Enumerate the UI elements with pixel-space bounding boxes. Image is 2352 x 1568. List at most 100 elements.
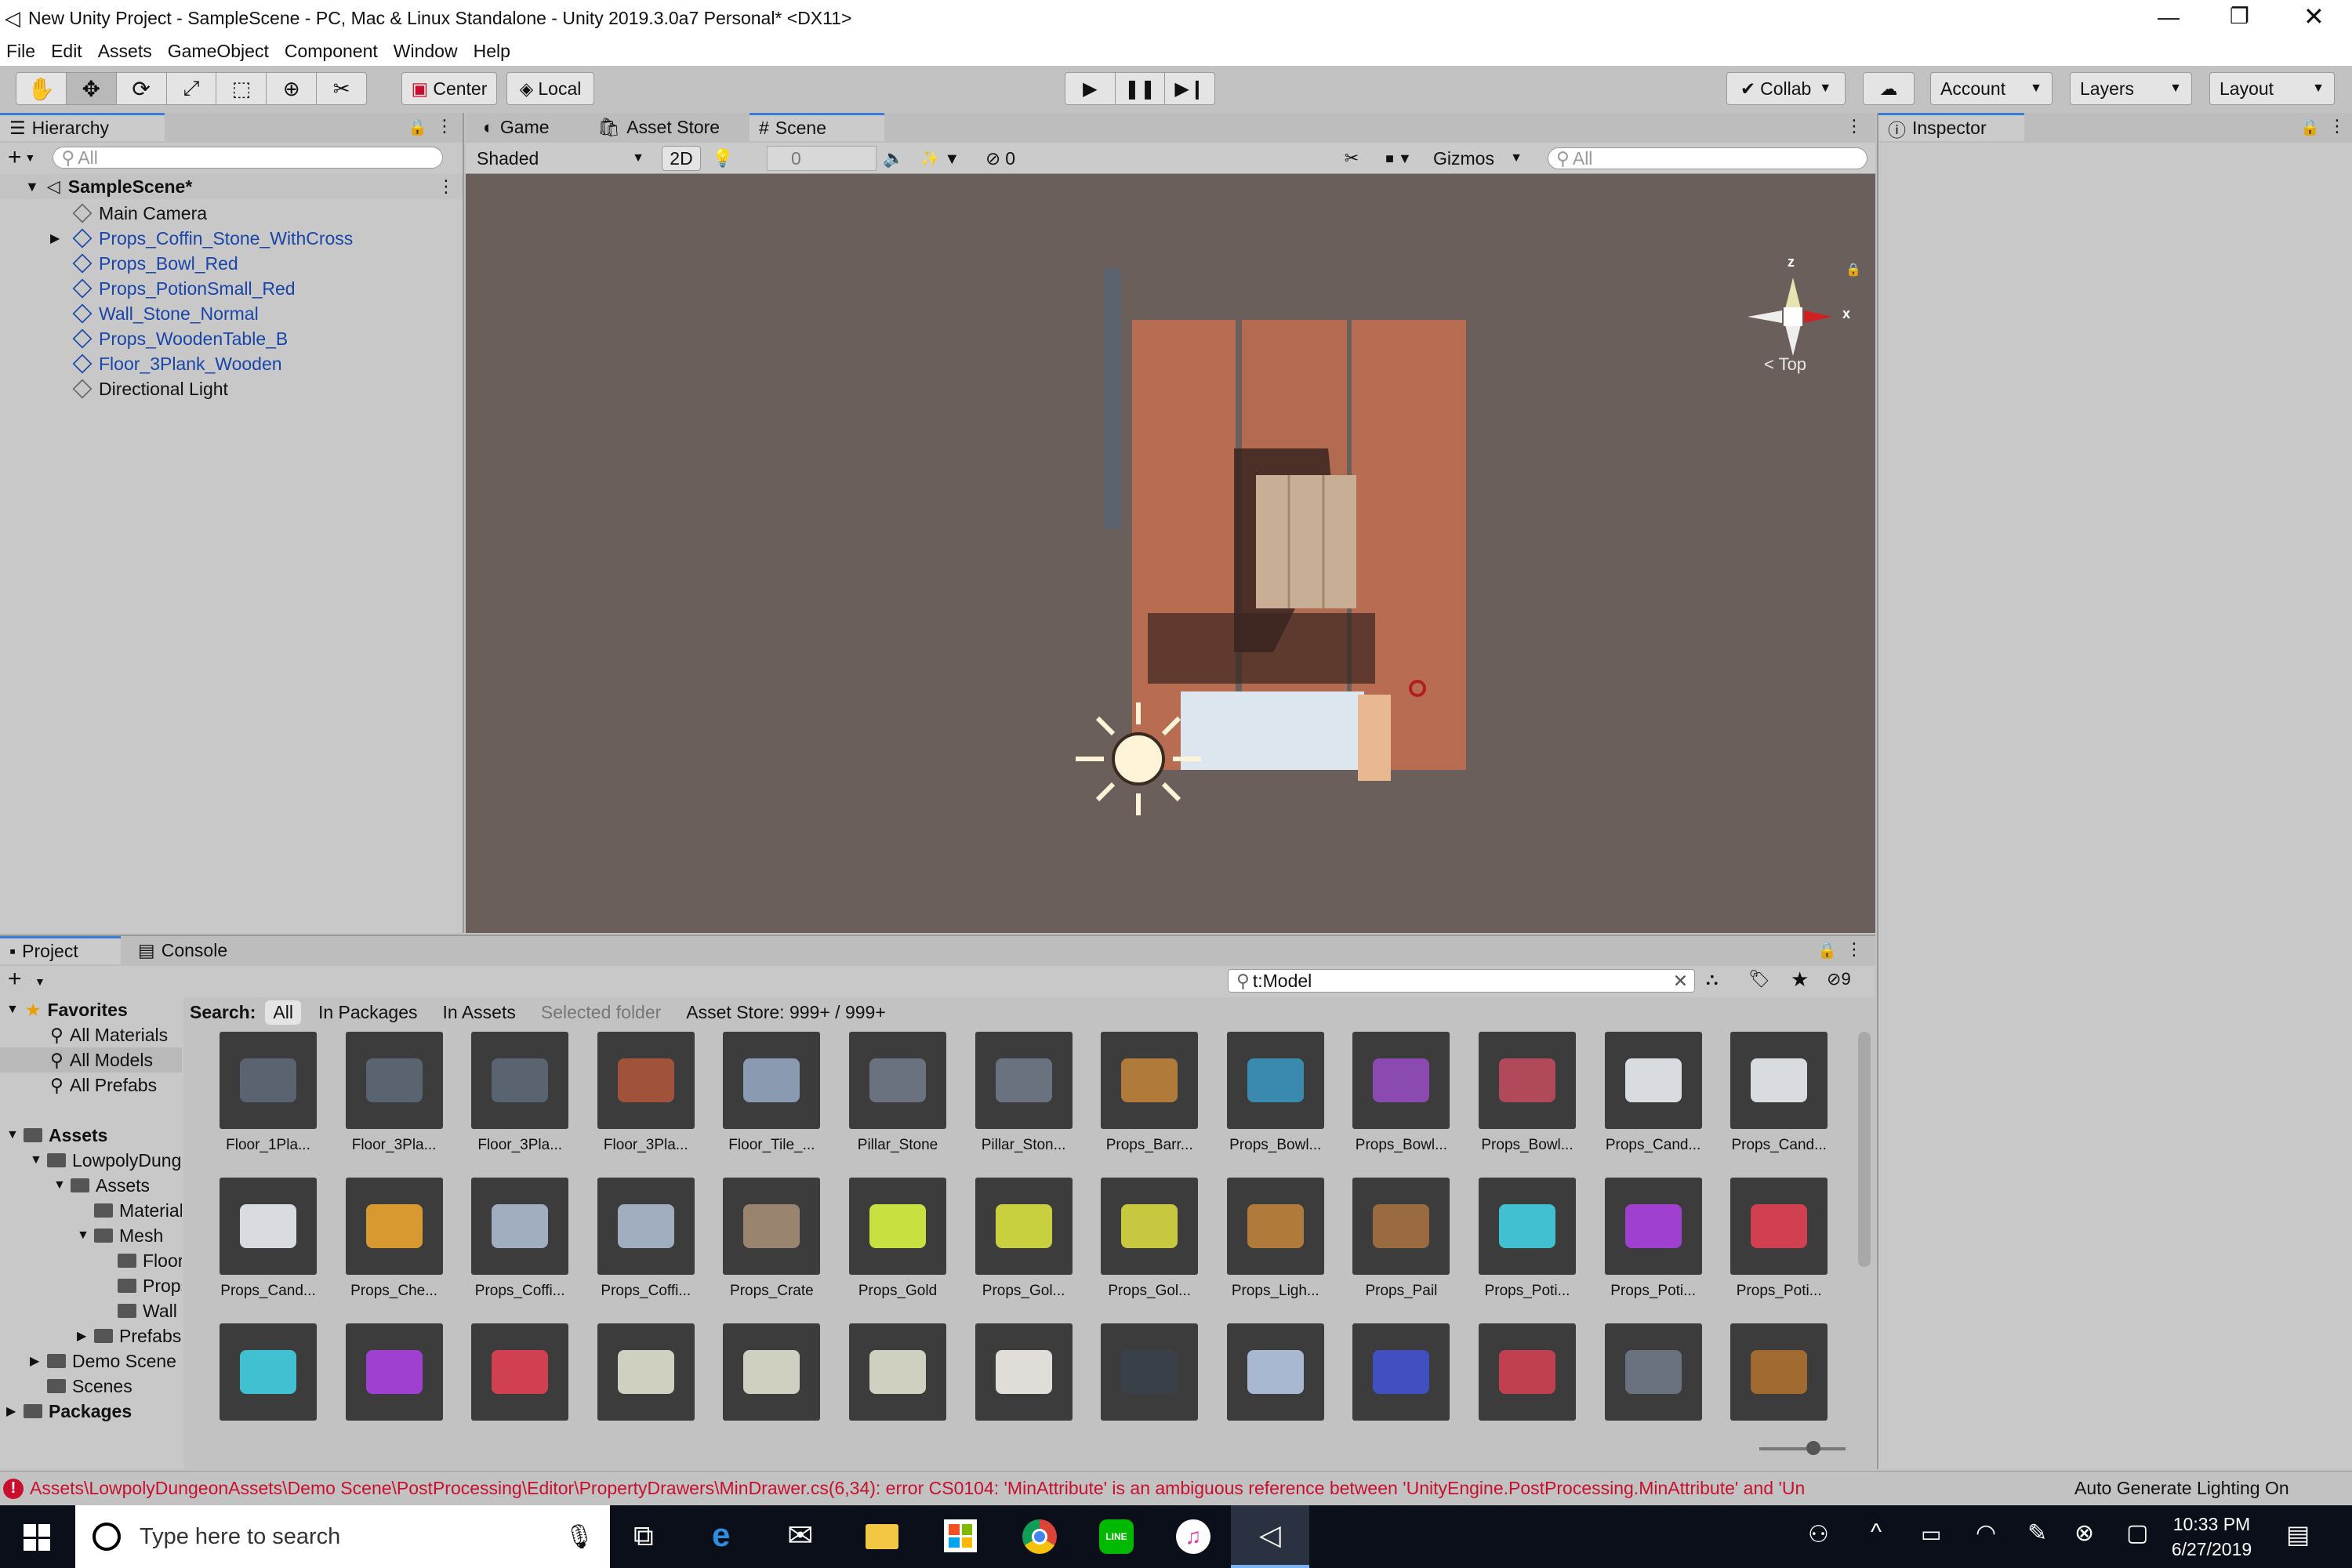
folder-tree-item[interactable]: Floor <box>0 1248 182 1273</box>
asset-item[interactable]: Props_Crate <box>709 1178 834 1300</box>
minimize-icon[interactable]: — <box>2158 5 2180 30</box>
gizmo-lock-icon[interactable]: 🔒 <box>1846 262 1861 278</box>
account-dropdown[interactable]: Account ▼ <box>1930 72 2053 105</box>
asset-item[interactable]: Floor_1Pla... <box>205 1032 331 1154</box>
asset-item[interactable]: Props_Ligh... <box>1213 1178 1338 1300</box>
lock-icon[interactable]: 🔒 <box>2300 118 2320 137</box>
scene-menu-icon[interactable]: ⋮ <box>437 176 455 197</box>
folder-tree-item[interactable]: ▼ Assets <box>0 1173 150 1198</box>
hierarchy-search-input[interactable]: ⚲ All <box>53 147 444 169</box>
gizmo-view-label[interactable]: < Top <box>1764 354 1806 375</box>
folder-tree-item[interactable]: ▶ Prefabs <box>0 1323 181 1348</box>
chrome-icon[interactable] <box>1022 1519 1057 1554</box>
hierarchy-item[interactable]: Wall_Stone_Normal <box>0 301 463 326</box>
chevron-down-icon[interactable]: ▼ <box>25 151 36 164</box>
folder-tree-item[interactable]: ▶ Demo Scene <box>0 1348 176 1374</box>
asset-item[interactable]: Props_Cand... <box>205 1178 331 1300</box>
asset-item[interactable] <box>332 1323 457 1421</box>
asset-item[interactable]: Pillar_Ston... <box>961 1032 1087 1154</box>
favorite-star-icon[interactable]: ★ <box>1791 967 1809 992</box>
asset-item[interactable]: Props_Coffi... <box>583 1178 709 1300</box>
tab-asset-store[interactable]: 🛍 Asset Store <box>588 113 729 141</box>
taskbar-search-box[interactable]: Type here to search 🎙 <box>75 1505 610 1568</box>
audio-toggle[interactable]: 🔈 <box>878 146 909 171</box>
hierarchy-item[interactable]: Floor_3Plank_Wooden <box>0 351 463 376</box>
slider-handle[interactable] <box>1806 1441 1820 1455</box>
2d-toggle[interactable]: 2D <box>662 146 701 171</box>
asset-item[interactable] <box>1338 1323 1464 1421</box>
chevron-right-icon[interactable]: ▶ <box>6 1403 24 1419</box>
cloud-button[interactable]: ☁ <box>1863 72 1915 105</box>
scale-tool-icon[interactable]: ⤢ <box>167 73 217 104</box>
effects-box[interactable]: 0 <box>767 146 877 171</box>
asset-item[interactable]: Props_Che... <box>332 1178 457 1300</box>
battery-icon[interactable]: ▭ <box>1921 1521 1941 1547</box>
chevron-down-icon[interactable]: ▼ <box>34 975 45 988</box>
asset-item[interactable]: Props_Pail <box>1338 1178 1464 1300</box>
folder-tree-item[interactable]: Props <box>0 1273 182 1298</box>
chevron-down-icon[interactable]: ▼ <box>53 1178 71 1192</box>
grid-scrollbar[interactable] <box>1858 1032 1871 1267</box>
folder-tree-item[interactable]: Materials <box>0 1198 182 1223</box>
scene-row[interactable]: ▼ ◁ SampleScene* ⋮ <box>0 174 463 199</box>
menu-file[interactable]: File <box>6 41 35 62</box>
pivot-local-button[interactable]: ◈ Local <box>506 72 594 105</box>
hierarchy-item[interactable]: Props_Bowl_Red <box>0 251 463 276</box>
filter-label-icon[interactable]: 🏷 <box>1748 969 1770 989</box>
tools-toggle[interactable]: ✂ <box>1336 146 1367 171</box>
asset-item[interactable]: Props_Cand... <box>1591 1032 1716 1154</box>
asset-item[interactable] <box>1465 1323 1590 1421</box>
filter-type-icon[interactable]: ⛬ <box>1706 969 1718 989</box>
collab-button[interactable]: ✔ Collab ▼ <box>1726 72 1846 105</box>
tab-inspector[interactable]: ⓘ Inspector <box>1878 113 2024 141</box>
system-clock[interactable]: 10:33 PM 6/27/2019 <box>2169 1512 2255 1562</box>
tab-game[interactable]: ◐ Game <box>474 113 559 141</box>
unity-taskbar-icon[interactable]: ◁ <box>1231 1505 1309 1568</box>
tab-project[interactable]: ▪ Project <box>0 936 121 964</box>
tab-hierarchy[interactable]: ☰ Hierarchy <box>0 113 165 141</box>
scene-search-input[interactable]: ⚲ All <box>1548 147 1867 169</box>
asset-item[interactable]: Props_Barr... <box>1087 1032 1212 1154</box>
favorite-all-materials[interactable]: ⚲ All Materials <box>0 1022 168 1047</box>
hidden-packages-toggle[interactable]: ⊘9 <box>1827 969 1851 989</box>
favorites-header[interactable]: ▼ ★ Favorites <box>0 997 128 1022</box>
asset-item[interactable] <box>205 1323 331 1421</box>
panel-menu-icon[interactable]: ⋮ <box>436 116 453 136</box>
asset-item[interactable] <box>457 1323 583 1421</box>
hand-tool-icon[interactable]: ✋ <box>16 73 67 104</box>
asset-item[interactable] <box>583 1323 709 1421</box>
notification-badge-icon[interactable]: ▢ <box>2126 1519 2148 1547</box>
step-icon[interactable]: ▶❙ <box>1165 73 1214 104</box>
menu-help[interactable]: Help <box>474 41 510 62</box>
asset-item[interactable] <box>1591 1323 1716 1421</box>
rect-tool-icon[interactable]: ⬚ <box>216 73 267 104</box>
asset-item[interactable]: Props_Gold <box>835 1178 960 1300</box>
lighting-toggle[interactable]: 💡 <box>707 146 739 171</box>
lock-icon[interactable]: 🔒 <box>1817 941 1837 960</box>
asset-item[interactable]: Props_Poti... <box>1591 1178 1716 1300</box>
folder-tree-item[interactable]: Wall <box>0 1298 177 1323</box>
asset-item[interactable]: Props_Cand... <box>1716 1032 1842 1154</box>
asset-item[interactable] <box>1213 1323 1338 1421</box>
task-view-icon[interactable]: ⧉ <box>633 1519 654 1553</box>
menu-edit[interactable]: Edit <box>51 41 82 62</box>
expand-arrow-icon[interactable]: ▶ <box>50 230 60 246</box>
fx-toggle[interactable]: ✨ ▼ <box>913 146 967 171</box>
rotate-tool-icon[interactable]: ⟳ <box>117 73 167 104</box>
asset-item[interactable] <box>961 1323 1087 1421</box>
clear-search-icon[interactable]: ✕ <box>1673 971 1688 992</box>
asset-item[interactable]: Props_Bowl... <box>1338 1032 1464 1154</box>
asset-item[interactable]: Props_Gol... <box>1087 1178 1212 1300</box>
show-hidden-icons[interactable]: ^ <box>1871 1519 1882 1546</box>
favorite-all-prefabs[interactable]: ⚲ All Prefabs <box>0 1073 157 1098</box>
layers-dropdown[interactable]: Layers ▼ <box>2070 72 2192 105</box>
gizmos-dropdown[interactable]: Gizmos ▼ <box>1427 146 1529 171</box>
favorite-all-models[interactable]: ⚲ All Models <box>0 1047 182 1073</box>
wifi-icon[interactable]: ◠ <box>1976 1519 1996 1547</box>
scope-in-packages[interactable]: In Packages <box>310 1000 426 1025</box>
file-explorer-icon[interactable] <box>866 1524 898 1549</box>
line-icon[interactable]: LINE <box>1099 1519 1134 1554</box>
volume-muted-icon[interactable]: ⊗ <box>2074 1519 2094 1547</box>
edge-icon[interactable]: e <box>712 1516 730 1554</box>
play-icon[interactable]: ▶ <box>1065 73 1116 104</box>
